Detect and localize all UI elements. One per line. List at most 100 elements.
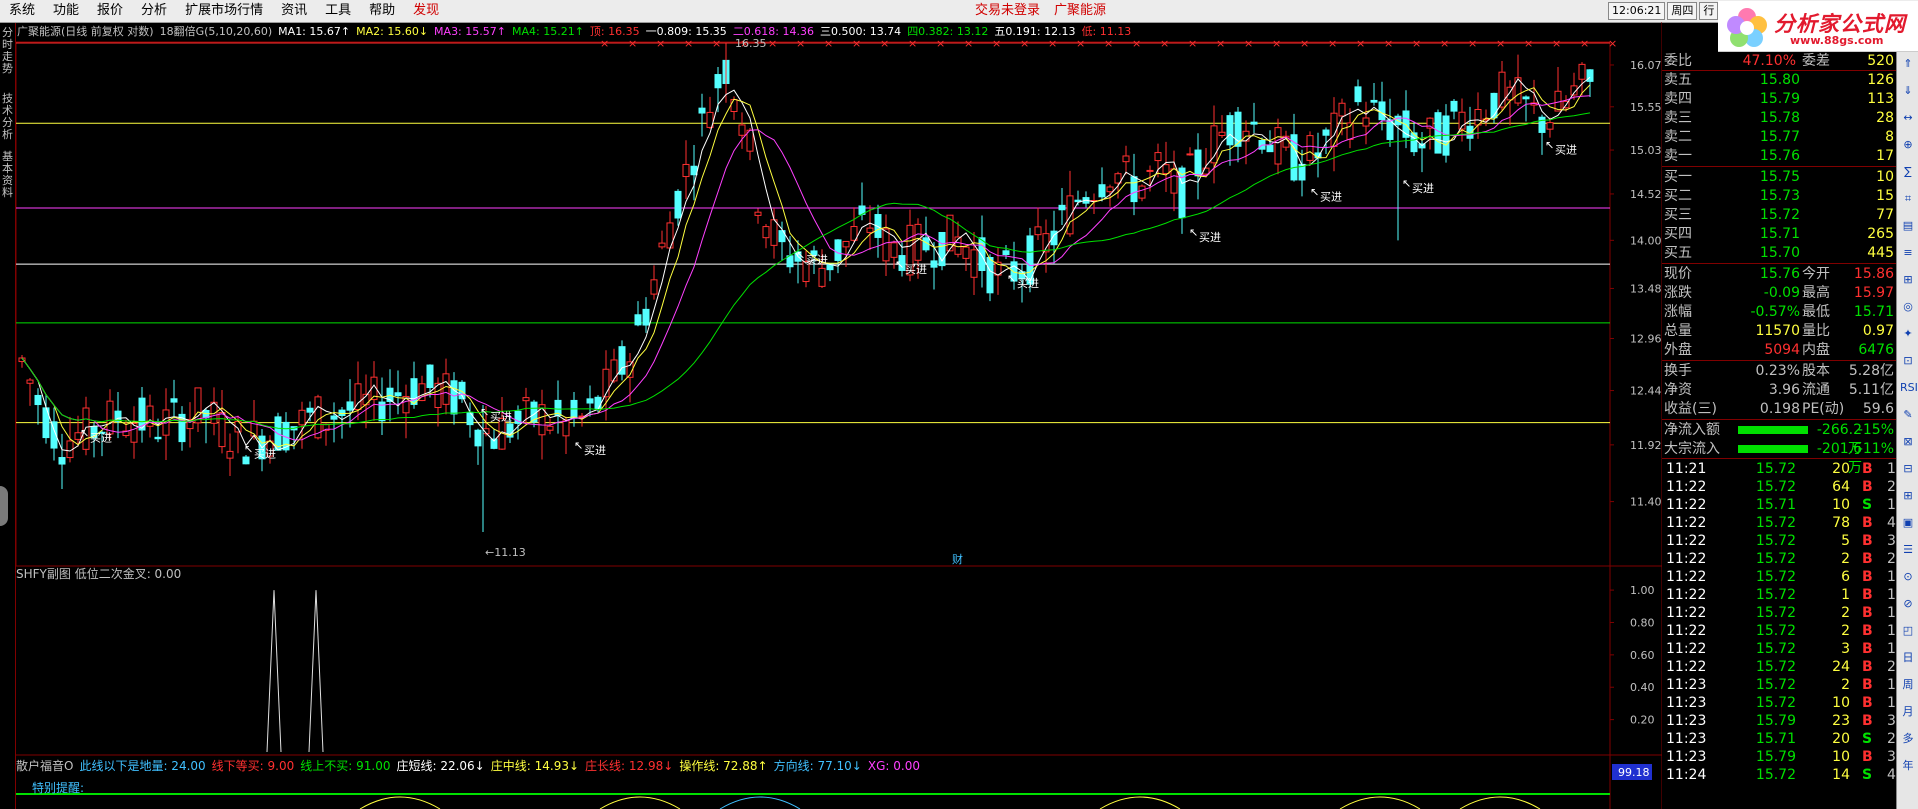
ask-price[interactable]: 15.77: [1760, 128, 1800, 147]
fib-level-5: 五0.191: 12.13: [994, 25, 1076, 38]
stat-label: 涨跌: [1664, 285, 1692, 301]
tick-time: 11:22: [1666, 479, 1707, 495]
toolbar-button-20[interactable]: ⊘: [1900, 596, 1916, 612]
candle-body: [1162, 164, 1170, 175]
tick-side: B: [1862, 533, 1873, 549]
tick-count: 1: [1887, 677, 1896, 693]
toolbar-button-14[interactable]: ⊠: [1900, 434, 1916, 450]
indicator1-title: SHFY副图 低位二次金叉: 0.00: [16, 567, 182, 581]
tick-volume: 20: [1832, 461, 1850, 477]
toolbar-button-7[interactable]: ≡: [1900, 245, 1916, 261]
price-axis-label: 11.40: [1630, 496, 1662, 509]
tick-time: 11:23: [1666, 749, 1707, 765]
bid-row: 买五 15.70 445: [1662, 244, 1896, 263]
candle-body: [1338, 102, 1346, 117]
stat-label: 总量: [1664, 323, 1692, 339]
top-x-mark: ×: [1272, 37, 1281, 50]
bid-price[interactable]: 15.72: [1760, 206, 1800, 225]
candle-body: [1578, 63, 1586, 80]
tick-count: 1: [1887, 605, 1896, 621]
fib-level-0: 顶: 16.35: [589, 25, 640, 38]
buy-signal-arrow: ↖: [574, 439, 583, 452]
clock-tab[interactable]: 行: [1699, 2, 1719, 20]
toolbar-button-8[interactable]: ⊞: [1900, 272, 1916, 288]
tick-count: 1: [1887, 569, 1896, 585]
toolbar-button-6[interactable]: ▤: [1900, 218, 1916, 234]
candle-body: [738, 124, 746, 136]
toolbar-button-1[interactable]: ⇓: [1900, 83, 1916, 99]
tick-time: 11:23: [1666, 695, 1707, 711]
buy-signal-label: 买进: [490, 410, 512, 423]
candle-body: [1178, 167, 1186, 219]
ask-price[interactable]: 15.80: [1760, 71, 1800, 90]
tick-volume: 20: [1832, 731, 1850, 747]
toolbar-button-15[interactable]: ⊟: [1900, 461, 1916, 477]
toolbar-button-9[interactable]: ◎: [1900, 299, 1916, 315]
kline-chart-area[interactable]: × × × × × × × × × × × × × × × × × × × × × × × × × × × × × × × × × × × × × ↖ 买…: [0, 0, 1662, 809]
candle-body: [682, 163, 690, 178]
candle-body: [34, 394, 42, 406]
tick-time: 11:23: [1666, 713, 1707, 729]
toolbar-button-11[interactable]: ⊡: [1900, 353, 1916, 369]
bid-price[interactable]: 15.70: [1760, 244, 1800, 263]
candle-body: [634, 314, 642, 326]
candle-body: [154, 436, 162, 440]
tick-volume: 1: [1841, 587, 1850, 603]
flower-logo-icon: [1727, 8, 1767, 47]
buy-signal-label: 买进: [254, 447, 276, 460]
candle-body: [674, 190, 682, 219]
tick-side: B: [1862, 515, 1873, 531]
tick-side: B: [1862, 659, 1873, 675]
ask-row: 卖三 15.78 28: [1662, 109, 1896, 128]
buy-signal-arrow: ↖: [1545, 138, 1554, 151]
bid-price[interactable]: 15.75: [1760, 168, 1800, 187]
toolbar-button-18[interactable]: ☰: [1900, 542, 1916, 558]
tick-time: 11:22: [1666, 641, 1707, 657]
candle-body: [338, 409, 346, 417]
buy-signal-label: 买进: [806, 254, 828, 267]
tick-time: 11:21: [1666, 461, 1707, 477]
candle-body: [650, 279, 658, 295]
toolbar-button-2[interactable]: ↔: [1900, 110, 1916, 126]
tick-row: 11:22 15.71 10 S 1: [1662, 496, 1896, 514]
toolbar-button-12[interactable]: RSI: [1900, 380, 1918, 396]
flow-pct: -11%: [1857, 441, 1894, 457]
toolbar-button-13[interactable]: ✎: [1900, 407, 1916, 423]
ask-label: 卖五: [1664, 72, 1692, 88]
toolbar-button-19[interactable]: ⊙: [1900, 569, 1916, 585]
toolbar-button-5[interactable]: ⌗: [1900, 191, 1916, 207]
stat-value-2: 0.97: [1862, 323, 1894, 339]
tick-count: 2: [1887, 551, 1896, 567]
toolbar-button-3[interactable]: ⊕: [1900, 137, 1916, 153]
bid-price[interactable]: 15.71: [1760, 225, 1800, 244]
toolbar-button-26[interactable]: 年: [1900, 758, 1916, 774]
toolbar-button-0[interactable]: ⇑: [1900, 56, 1916, 72]
buy-signal-arrow: ↖: [80, 426, 89, 439]
bid-price[interactable]: 15.73: [1760, 187, 1800, 206]
toolbar-button-10[interactable]: ✦: [1900, 326, 1916, 342]
toolbar-button-22[interactable]: 日: [1900, 650, 1916, 666]
ask-price[interactable]: 15.76: [1760, 147, 1800, 166]
toolbar-button-16[interactable]: ⊞: [1900, 488, 1916, 504]
ask-price[interactable]: 15.79: [1760, 90, 1800, 109]
indicator1-axis-label: 0.20: [1630, 714, 1655, 727]
toolbar-button-17[interactable]: ▣: [1900, 515, 1916, 531]
toolbar-button-25[interactable]: 多: [1900, 731, 1916, 747]
tick-count: 1: [1887, 623, 1896, 639]
indicator2-wave: [719, 796, 801, 809]
candle-body: [170, 398, 178, 403]
separator: [1662, 263, 1896, 264]
tick-volume: 10: [1832, 695, 1850, 711]
toolbar-button-24[interactable]: 月: [1900, 704, 1916, 720]
fundamental-value-2: 59.6: [1862, 401, 1894, 417]
candle-body: [1154, 152, 1162, 162]
toolbar-button-21[interactable]: ◰: [1900, 623, 1916, 639]
toolbar-button-23[interactable]: 周: [1900, 677, 1916, 693]
ask-price[interactable]: 15.78: [1760, 109, 1800, 128]
tick-volume: 2: [1841, 551, 1850, 567]
top-x-mark: ×: [1580, 37, 1589, 50]
bid-volume: 77: [1876, 207, 1894, 223]
candle-body: [1170, 168, 1178, 194]
toolbar-button-4[interactable]: ∑: [1900, 164, 1916, 180]
stock-name: 广聚能源(日线 前复权 对数): [17, 25, 154, 38]
